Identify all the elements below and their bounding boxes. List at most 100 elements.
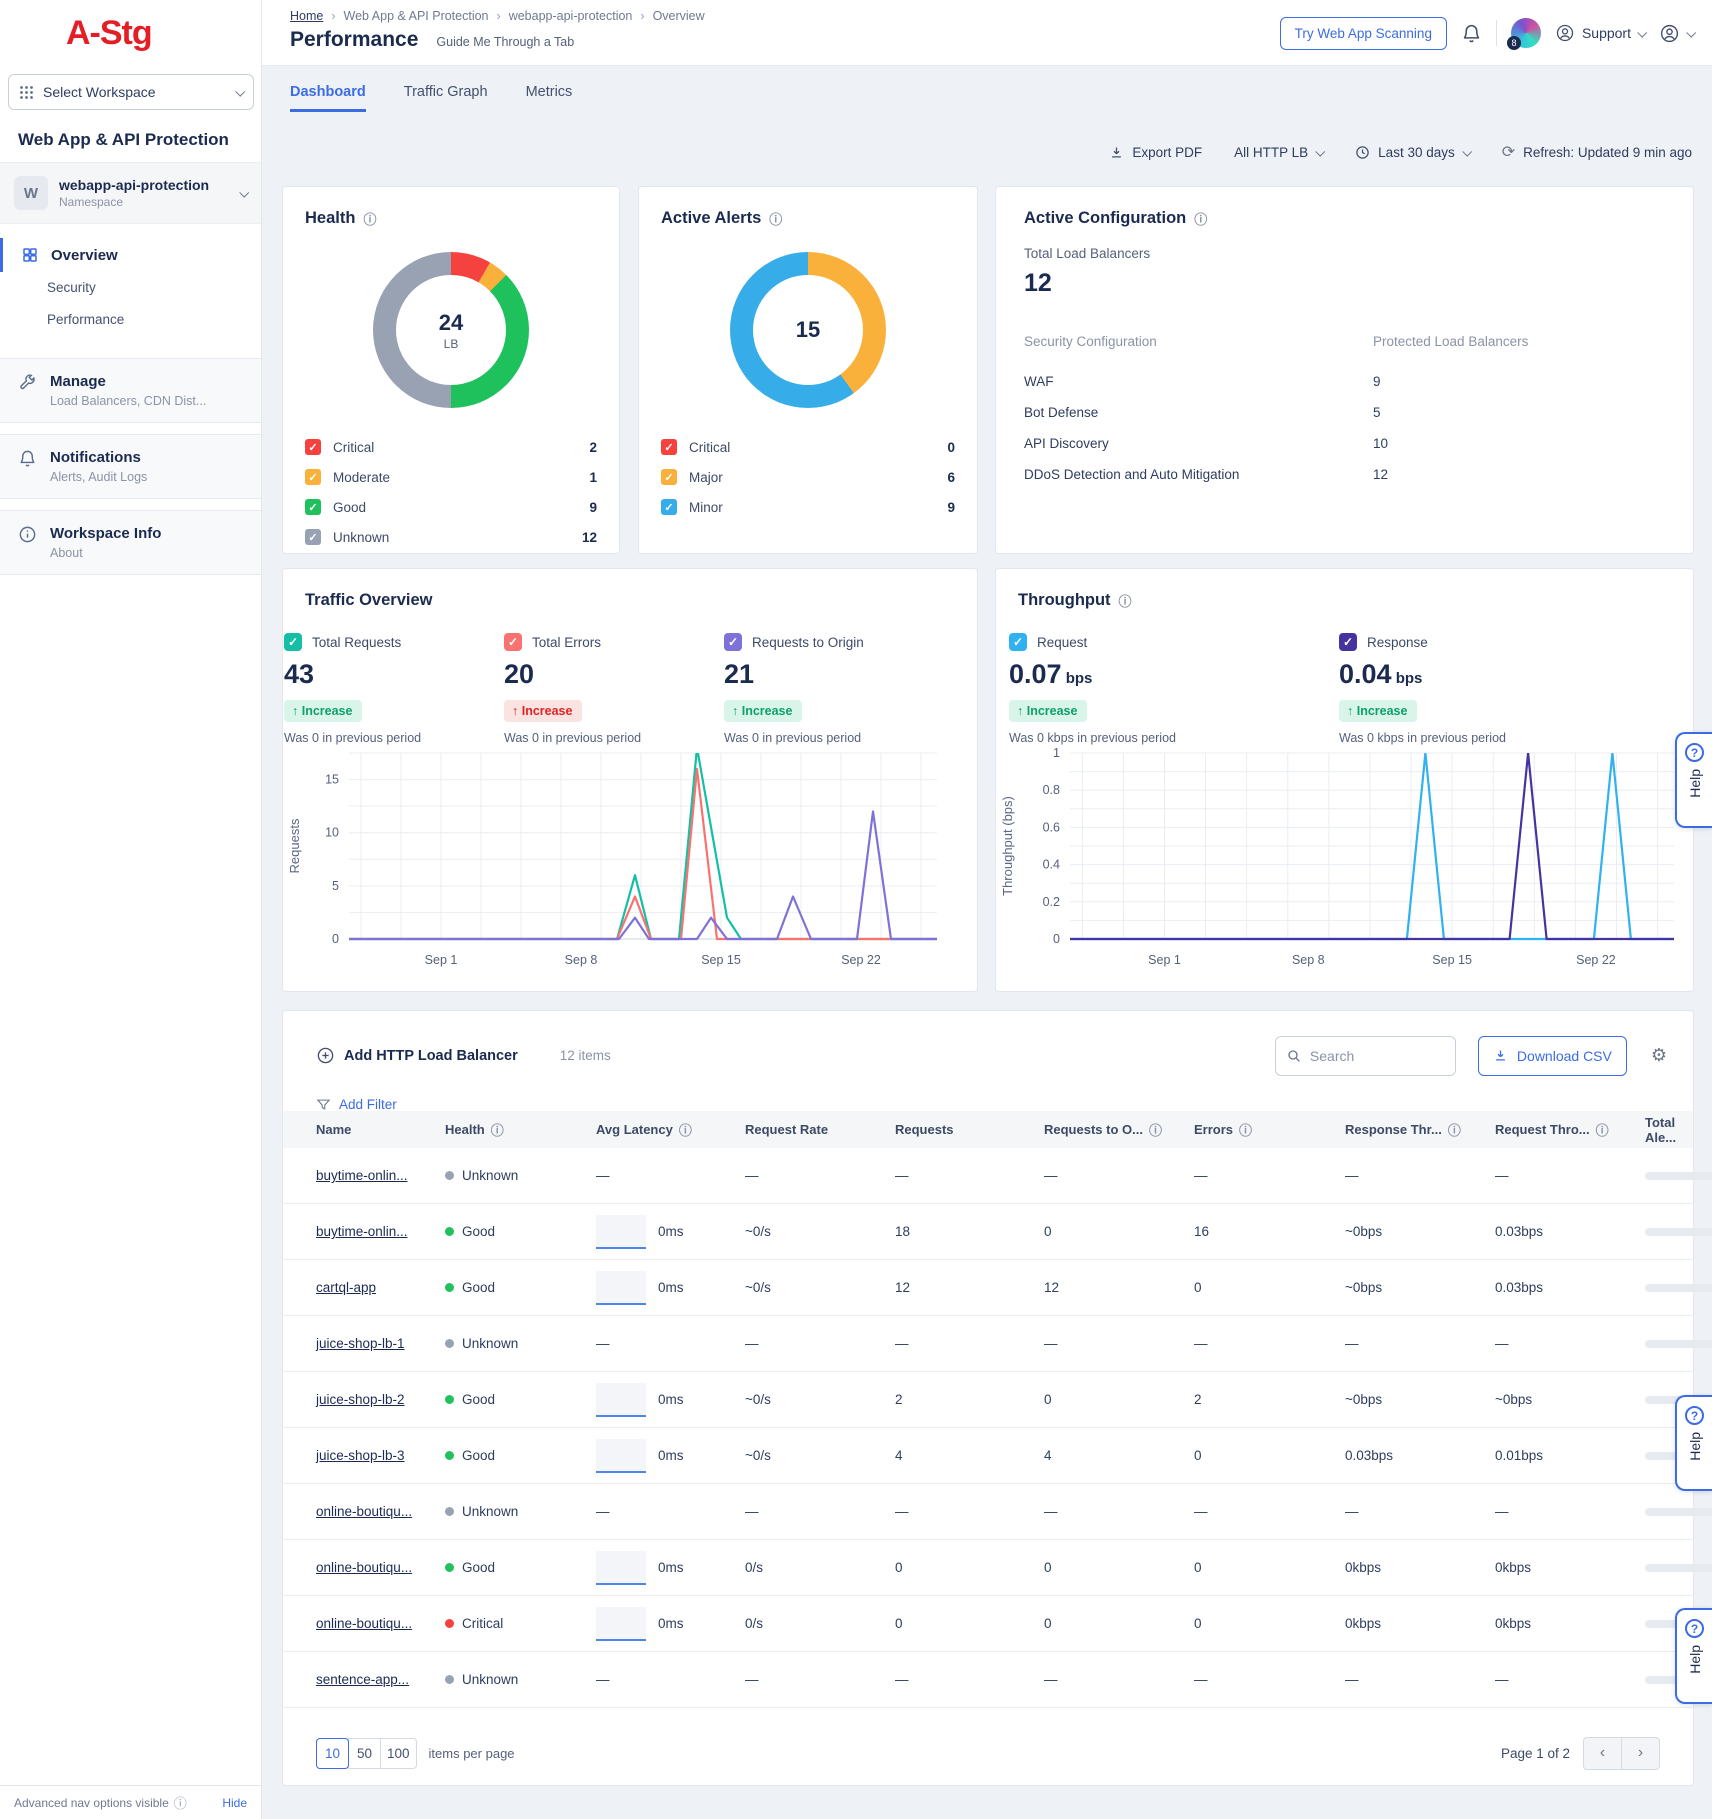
- info-icon[interactable]: ⓘ: [1448, 1120, 1461, 1139]
- lb-name-link[interactable]: juice-shop-lb-1: [316, 1336, 405, 1351]
- namespace-selector[interactable]: W webapp-api-protection Namespace: [0, 162, 261, 224]
- legend-checkbox[interactable]: ✓: [305, 439, 321, 455]
- column-header[interactable]: Healthⓘ: [445, 1120, 596, 1139]
- add-http-lb-button[interactable]: Add HTTP Load Balancer: [316, 1046, 518, 1065]
- search-input[interactable]: [1310, 1048, 1430, 1064]
- lb-name-link[interactable]: online-boutiqu...: [316, 1504, 412, 1519]
- lb-filter-dropdown[interactable]: All HTTP LB: [1234, 145, 1323, 160]
- table-row: online-boutiqu...Critical0ms0/s0000kbps0…: [283, 1596, 1693, 1652]
- lb-name-link[interactable]: buytime-onlin...: [316, 1168, 408, 1183]
- column-header[interactable]: Response Thr...ⓘ: [1345, 1120, 1495, 1139]
- legend-label: Major: [689, 470, 723, 485]
- column-header[interactable]: Name: [316, 1122, 445, 1137]
- info-icon[interactable]: ⓘ: [1596, 1120, 1609, 1139]
- info-icon[interactable]: ⓘ: [491, 1120, 504, 1139]
- table-body: buytime-onlin...Unknown———————buytime-on…: [283, 1148, 1693, 1708]
- legend-label: Unknown: [333, 530, 389, 545]
- legend-checkbox[interactable]: ✓: [305, 529, 321, 545]
- request-rate-cell: 0/s: [745, 1560, 895, 1575]
- request-throughput-cell: 0kbps: [1495, 1560, 1645, 1575]
- breadcrumb-item[interactable]: Home: [290, 9, 323, 23]
- breadcrumb-item: Overview: [653, 9, 705, 23]
- health-dot: [445, 1675, 454, 1684]
- info-icon[interactable]: ⓘ: [1239, 1120, 1252, 1139]
- avg-latency-cell: 0ms: [596, 1607, 745, 1641]
- info-icon[interactable]: ⓘ: [1119, 591, 1132, 610]
- health-status: Good: [445, 1392, 596, 1407]
- page-size-100[interactable]: 100: [380, 1738, 417, 1769]
- health-card: Health ⓘ 24 LB ✓Critical2✓Moderate1✓Good…: [282, 186, 620, 554]
- tab-metrics[interactable]: Metrics: [526, 84, 573, 112]
- svg-text:Sep 1: Sep 1: [1148, 953, 1181, 967]
- refresh-button[interactable]: ⟳ Refresh: Updated 9 min ago: [1502, 142, 1692, 162]
- lb-name-link[interactable]: sentence-app...: [316, 1672, 409, 1687]
- info-icon[interactable]: ⓘ: [1149, 1120, 1162, 1139]
- table-row: buytime-onlin...Good0ms~0/s18016~0bps0.0…: [283, 1204, 1693, 1260]
- sidebar-item-performance[interactable]: Performance: [47, 312, 124, 327]
- legend-checkbox[interactable]: ✓: [661, 499, 677, 515]
- column-header[interactable]: Request Rate: [745, 1122, 895, 1137]
- health-dot: [445, 1507, 454, 1516]
- column-header[interactable]: Total Ale...: [1645, 1115, 1693, 1145]
- column-header[interactable]: Requests to O...ⓘ: [1044, 1120, 1194, 1139]
- lb-name-link[interactable]: juice-shop-lb-3: [316, 1448, 405, 1463]
- tab-traffic-graph[interactable]: Traffic Graph: [404, 84, 488, 112]
- help-tab[interactable]: ? Help: [1675, 1395, 1712, 1491]
- support-menu[interactable]: Support: [1555, 23, 1645, 43]
- lb-name-link[interactable]: online-boutiqu...: [316, 1616, 412, 1631]
- series-checkbox[interactable]: ✓: [284, 633, 302, 651]
- workspace-selector[interactable]: Select Workspace: [8, 74, 254, 110]
- lb-name-link[interactable]: cartql-app: [316, 1280, 376, 1295]
- sidebar-item-security[interactable]: Security: [47, 280, 96, 295]
- stat-note: Was 0 in previous period: [284, 731, 494, 745]
- info-icon[interactable]: ⓘ: [769, 209, 782, 228]
- legend-checkbox[interactable]: ✓: [661, 439, 677, 455]
- requests-cell: —: [895, 1504, 1044, 1519]
- prev-page-button[interactable]: ‹: [1583, 1737, 1622, 1770]
- page-size-50[interactable]: 50: [348, 1738, 381, 1769]
- guide-me-link[interactable]: Guide Me Through a Tab: [436, 35, 574, 49]
- sidebar-item-manage[interactable]: Manage Load Balancers, CDN Dist...: [0, 358, 261, 423]
- legend-checkbox[interactable]: ✓: [305, 469, 321, 485]
- account-menu[interactable]: [1659, 23, 1694, 44]
- traffic-line-chart: 051015Sep 1Sep 8Sep 15Sep 22Requests: [285, 745, 973, 977]
- info-icon[interactable]: ⓘ: [679, 1120, 692, 1139]
- try-web-app-scanning-button[interactable]: Try Web App Scanning: [1280, 17, 1447, 50]
- time-range-dropdown[interactable]: Last 30 days: [1355, 145, 1470, 160]
- requests-cell: —: [895, 1672, 1044, 1687]
- errors-cell: —: [1194, 1672, 1345, 1687]
- hide-nav-button[interactable]: Hide: [222, 1796, 247, 1810]
- bell-icon[interactable]: [1461, 23, 1482, 44]
- tab-dashboard[interactable]: Dashboard: [290, 84, 366, 112]
- lb-name-link[interactable]: buytime-onlin...: [316, 1224, 408, 1239]
- help-tab[interactable]: ? Help: [1675, 732, 1712, 828]
- series-checkbox[interactable]: ✓: [504, 633, 522, 651]
- column-header[interactable]: Avg Latencyⓘ: [596, 1120, 745, 1139]
- export-pdf-button[interactable]: Export PDF: [1109, 145, 1202, 160]
- info-icon[interactable]: ⓘ: [363, 209, 376, 228]
- request-throughput-cell: —: [1495, 1336, 1645, 1351]
- sidebar-item-notifications[interactable]: Notifications Alerts, Audit Logs: [0, 434, 261, 499]
- series-checkbox[interactable]: ✓: [724, 633, 742, 651]
- series-checkbox[interactable]: ✓: [1009, 633, 1027, 651]
- lb-name-link[interactable]: online-boutiqu...: [316, 1560, 412, 1575]
- next-page-button[interactable]: ›: [1621, 1737, 1660, 1770]
- gear-icon[interactable]: ⚙: [1651, 1045, 1667, 1066]
- legend-checkbox[interactable]: ✓: [305, 499, 321, 515]
- column-header[interactable]: Request Thro...ⓘ: [1495, 1120, 1645, 1139]
- lb-name-link[interactable]: juice-shop-lb-2: [316, 1392, 405, 1407]
- stat-label: Request: [1037, 635, 1087, 650]
- add-filter-button[interactable]: Add Filter: [316, 1097, 397, 1112]
- help-tab[interactable]: ? Help: [1675, 1608, 1712, 1704]
- page-size-10[interactable]: 10: [316, 1738, 349, 1769]
- config-row-value: 12: [1373, 459, 1665, 490]
- sidebar-item-overview[interactable]: Overview: [0, 238, 261, 272]
- series-checkbox[interactable]: ✓: [1339, 633, 1357, 651]
- avatar[interactable]: 8: [1511, 18, 1541, 48]
- column-header[interactable]: Errorsⓘ: [1194, 1120, 1345, 1139]
- sidebar-item-workspace-info[interactable]: Workspace Info About: [0, 510, 261, 575]
- legend-checkbox[interactable]: ✓: [661, 469, 677, 485]
- column-header[interactable]: Requests: [895, 1122, 1044, 1137]
- info-icon[interactable]: ⓘ: [1194, 209, 1207, 228]
- download-csv-button[interactable]: Download CSV: [1478, 1036, 1627, 1076]
